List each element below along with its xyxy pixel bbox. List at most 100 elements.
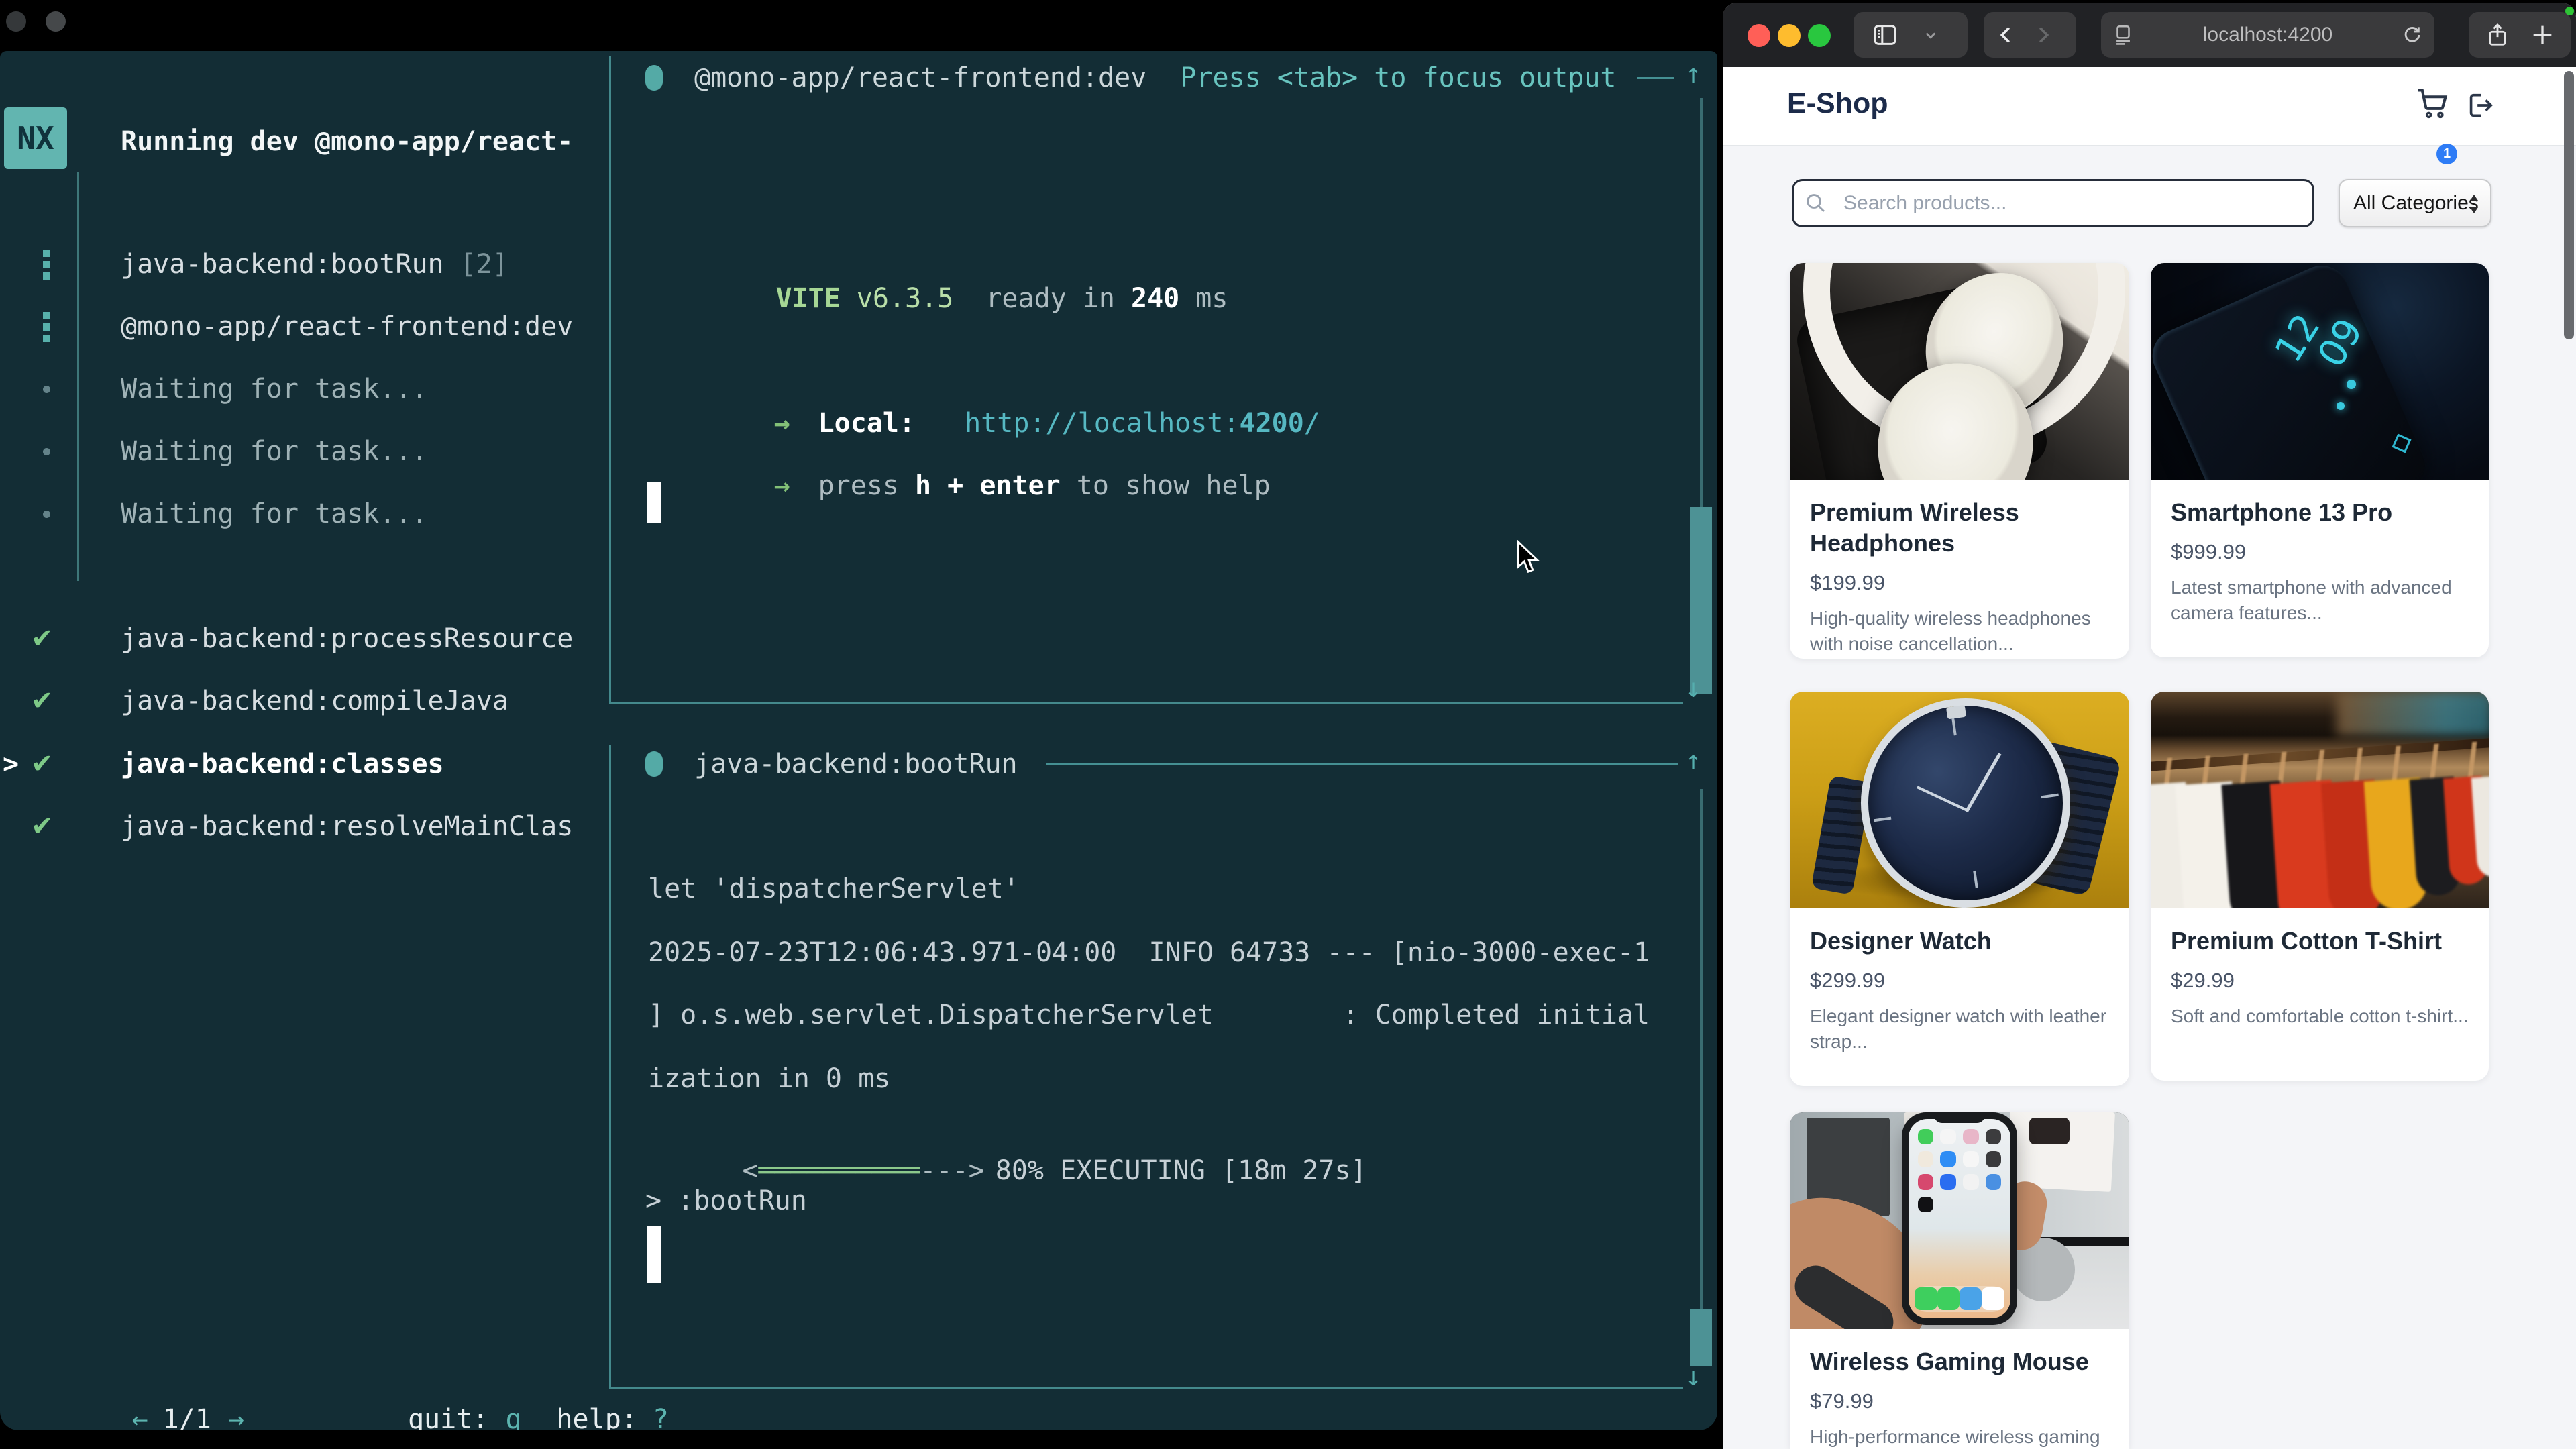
product-image-smartphone: 1209 (2151, 263, 2489, 480)
localhost-link[interactable]: http://localhost:4200/ (965, 408, 1320, 439)
task-label: java-backend:resolveMainClas (121, 810, 573, 843)
terminal-window-dot[interactable] (46, 11, 66, 32)
nx-logo: NX (4, 107, 67, 169)
cart-icon[interactable] (2415, 86, 2450, 121)
arrow-icon: → (774, 470, 790, 501)
task-row[interactable]: ✔ java-backend:resolveMainClas (0, 810, 604, 843)
screen: NX Running dev @mono-app/react- java-bac… (0, 0, 2576, 1449)
scroll-down-icon[interactable]: ↓ (1685, 1360, 1701, 1393)
task-row[interactable]: Waiting for task... (0, 373, 604, 405)
shop-title: E-Shop (1787, 87, 1888, 120)
mouse-cursor (1513, 540, 1542, 575)
product-name: Premium Wireless Headphones (1810, 497, 2109, 559)
quit-label: quit: (408, 1404, 488, 1430)
task-row[interactable]: ✔ java-backend:compileJava (0, 685, 604, 717)
back-button[interactable] (1994, 21, 2019, 48)
product-card[interactable]: Premium Cotton T-Shirt $29.99 Soft and c… (2151, 692, 2489, 1081)
log-line: ization in 0 ms (648, 1063, 890, 1095)
logout-icon[interactable] (2465, 90, 2496, 121)
sidebar-button[interactable] (1854, 12, 1968, 58)
address-bar[interactable]: localhost:4200 (2101, 12, 2434, 58)
product-name: Smartphone 13 Pro (2171, 497, 2469, 528)
terminal-title: Running dev @mono-app/react- (121, 125, 573, 158)
help-key: ? (653, 1404, 669, 1430)
terminal-cursor (647, 1226, 661, 1283)
search-input[interactable] (1792, 179, 2314, 227)
url-text: localhost:4200 (2101, 23, 2434, 46)
share-newtab-group (2469, 12, 2571, 58)
product-image-watch (1790, 692, 2129, 908)
product-desc: High-quality wireless headphones with no… (1810, 606, 2109, 657)
forward-button[interactable] (2031, 21, 2055, 48)
category-selected-value: All Categories (2353, 192, 2479, 215)
task-row[interactable]: @mono-app/react-frontend:dev (0, 311, 604, 343)
camera-indicator-dot (2565, 7, 2574, 15)
product-card[interactable]: Wireless Gaming Mouse $79.99 High-perfor… (1790, 1112, 2129, 1449)
task-label: java-backend:processResource (121, 623, 573, 655)
spinner-icon (43, 250, 50, 280)
task-label: Waiting for task... (121, 435, 428, 468)
focus-hint: Press <tab> to focus output (1180, 62, 1616, 93)
category-select[interactable]: All Categories (2339, 179, 2491, 227)
page-scrollbar-thumb[interactable] (2564, 71, 2574, 339)
scroll-up-icon[interactable]: ↑ (1685, 58, 1701, 90)
minimize-window-button[interactable] (1778, 24, 1801, 47)
prev-page-arrow[interactable]: ← (132, 1404, 148, 1430)
new-tab-icon[interactable] (2529, 21, 2556, 48)
next-page-arrow[interactable]: → (228, 1404, 244, 1430)
share-icon[interactable] (2485, 20, 2510, 50)
product-desc: Elegant designer watch with leather stra… (1810, 1004, 2109, 1055)
log-line: ] o.s.web.servlet.DispatcherServlet : Co… (648, 999, 1650, 1031)
task-row[interactable]: Waiting for task... (0, 498, 604, 530)
task-label: @mono-app/react-frontend:dev (121, 311, 573, 343)
product-name: Wireless Gaming Mouse (1810, 1346, 2109, 1377)
browser-toolbar: localhost:4200 (1723, 3, 2576, 67)
header-rule (1637, 77, 1674, 79)
pane-header-backend[interactable]: java-backend:bootRun (645, 748, 1681, 780)
check-icon: ✔ (31, 810, 54, 843)
product-image-mouse (1790, 1112, 2129, 1329)
reload-icon[interactable] (2401, 23, 2424, 47)
product-card[interactable]: Designer Watch $299.99 Elegant designer … (1790, 692, 2129, 1086)
product-card[interactable]: 1209 Smartphone 13 Pro $999.99 Latest sm… (2151, 263, 2489, 657)
product-name: Designer Watch (1810, 926, 2109, 957)
nav-buttons (1984, 12, 2076, 58)
pane-header-frontend[interactable]: @mono-app/react-frontend:dev Press <tab>… (645, 62, 1674, 94)
scrollbar-thumb[interactable] (1690, 507, 1712, 694)
vite-help-line: →pressh + enterto show help (677, 437, 1271, 534)
task-row[interactable]: ✔ java-backend:processResource (0, 623, 604, 655)
task-row[interactable]: Waiting for task... (0, 435, 604, 468)
help-label: help: (556, 1404, 637, 1430)
vite-ready-line: VITEv6.3.5ready in240ms (679, 250, 1228, 347)
scroll-up-icon[interactable]: ↑ (1685, 745, 1701, 777)
product-card[interactable]: Premium Wireless Headphones $199.99 High… (1790, 263, 2129, 659)
scrollbar-track[interactable] (1700, 789, 1703, 1366)
page-indicator: 1/1 (163, 1404, 211, 1430)
close-window-button[interactable] (1748, 24, 1770, 47)
zoom-window-button[interactable] (1808, 24, 1831, 47)
task-label: Waiting for task... (121, 498, 428, 530)
pane-title: java-backend:bootRun (694, 749, 1018, 780)
product-price: $29.99 (2171, 969, 2469, 993)
product-desc: High-performance wireless gaming mouse..… (1810, 1424, 2109, 1449)
scroll-down-icon[interactable]: ↓ (1685, 672, 1701, 704)
product-desc: Latest smartphone with advanced camera f… (2171, 575, 2469, 626)
task-status-dot-icon (645, 65, 663, 91)
gradle-task-line: > :bootRun (645, 1185, 807, 1217)
check-icon: ✔ (31, 748, 54, 780)
task-label: Waiting for task... (121, 373, 428, 405)
quit-key: q (505, 1404, 521, 1430)
select-arrows-icon (2466, 191, 2482, 217)
terminal-window: NX Running dev @mono-app/react- java-bac… (0, 51, 1717, 1430)
terminal-window-dot[interactable] (6, 11, 26, 32)
task-row-selected[interactable]: > ✔ java-backend:classes (0, 748, 604, 780)
product-desc: Soft and comfortable cotton t-shirt... (2171, 1004, 2469, 1029)
search-icon (1804, 191, 1828, 215)
product-price: $79.99 (1810, 1389, 2109, 1413)
shop-header: E-Shop 1 (1723, 67, 2576, 146)
task-label: java-backend:compileJava (121, 685, 508, 717)
sidebar-icon (1871, 21, 1899, 48)
check-icon: ✔ (31, 685, 54, 717)
task-row[interactable]: java-backend:bootRun[2] (0, 248, 604, 280)
scrollbar-thumb[interactable] (1690, 1309, 1712, 1366)
